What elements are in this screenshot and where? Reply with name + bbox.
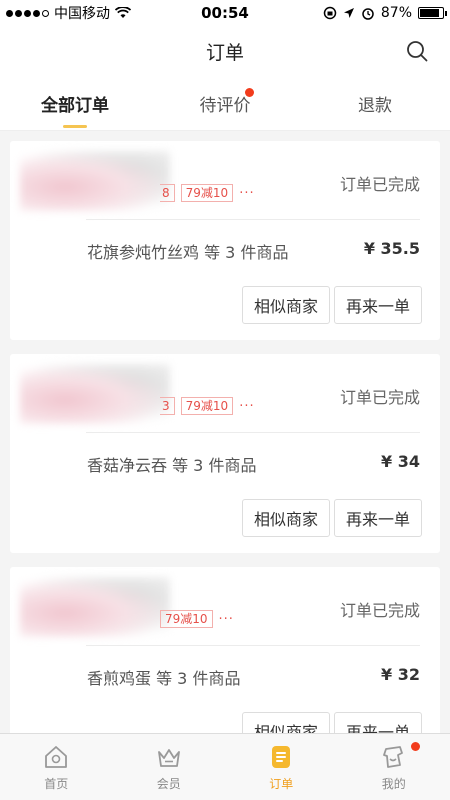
promo-tag: 3 xyxy=(160,397,175,415)
tab-label: 退款 xyxy=(358,95,392,116)
promo-more: ··· xyxy=(218,611,234,627)
reorder-button[interactable]: 再来一单 xyxy=(334,499,422,537)
divider xyxy=(86,432,420,433)
tab-label: 全部订单 xyxy=(41,95,109,116)
bottom-tab-label: 首页 xyxy=(44,776,69,791)
battery-icon xyxy=(418,7,447,19)
notification-badge xyxy=(411,742,420,751)
promo-tag: 8 xyxy=(160,184,175,202)
promo-more: ··· xyxy=(239,398,255,414)
order-price: ¥ 35.5 xyxy=(363,239,420,258)
order-price: ¥ 34 xyxy=(381,452,420,471)
shop-image-blurred xyxy=(20,364,170,424)
location-icon xyxy=(343,8,354,18)
tab-pending-review[interactable]: 待评价 xyxy=(150,76,300,130)
bottom-tab-member[interactable]: 会员 xyxy=(113,734,226,800)
status-bar: 中国移动 00:54 87% xyxy=(0,0,450,26)
promo-tags: 79减10 ··· xyxy=(160,610,234,628)
order-items: 花旗参炖竹丝鸡 等 3 件商品 xyxy=(87,243,289,262)
order-icon xyxy=(272,745,291,768)
alarm-icon xyxy=(362,8,374,20)
wifi-icon xyxy=(115,7,131,18)
order-tabs: 全部订单 待评价 退款 xyxy=(0,76,450,131)
divider xyxy=(86,219,420,220)
promo-tag: 79减10 xyxy=(160,610,213,628)
bottom-tab-label: 我的 xyxy=(381,776,406,791)
bottom-tab-bar: 首页 会员 订单 我的 xyxy=(0,733,450,800)
promo-tag: 79减10 xyxy=(180,184,234,202)
order-status: 订单已完成 xyxy=(339,601,420,620)
page-title: 订单 xyxy=(205,41,244,64)
shop-image-blurred xyxy=(20,577,170,637)
similar-shops-button[interactable]: 相似商家 xyxy=(242,286,330,324)
order-card[interactable]: 3 79减10 ··· 订单已完成 香菇净云吞 等 3 件商品 ¥ 34 相似商… xyxy=(10,354,440,553)
promo-tag: 79减10 xyxy=(180,397,234,415)
order-price: ¥ 32 xyxy=(381,665,420,684)
carrier-label: 中国移动 xyxy=(54,6,110,22)
order-list: 8 79减10 ··· 订单已完成 花旗参炖竹丝鸡 等 3 件商品 ¥ 35.5… xyxy=(0,141,450,780)
status-time: 00:54 xyxy=(201,4,249,22)
battery-percent: 87% xyxy=(380,5,412,21)
bottom-tab-orders[interactable]: 订单 xyxy=(225,734,338,800)
bottom-tab-label: 会员 xyxy=(156,776,181,791)
tab-all-orders[interactable]: 全部订单 xyxy=(0,76,150,130)
reorder-button[interactable]: 再来一单 xyxy=(334,286,422,324)
tab-refund[interactable]: 退款 xyxy=(300,76,450,130)
order-card[interactable]: 8 79减10 ··· 订单已完成 花旗参炖竹丝鸡 等 3 件商品 ¥ 35.5… xyxy=(10,141,440,340)
tab-indicator xyxy=(63,125,87,128)
shop-image-blurred xyxy=(20,151,170,211)
bottom-tab-profile[interactable]: 我的 xyxy=(338,734,450,800)
home-icon xyxy=(45,745,68,768)
nav-bar: 订单 xyxy=(0,26,450,76)
promo-tags: 3 79减10 ··· xyxy=(160,397,255,415)
divider xyxy=(86,645,420,646)
bottom-tab-label: 订单 xyxy=(269,776,294,791)
rotation-lock-icon xyxy=(323,6,337,20)
promo-tags: 8 79减10 ··· xyxy=(160,184,255,202)
order-status: 订单已完成 xyxy=(339,175,420,194)
notification-badge xyxy=(245,88,254,97)
order-items: 香菇净云吞 等 3 件商品 xyxy=(87,456,257,475)
profile-icon xyxy=(382,745,403,768)
search-icon[interactable] xyxy=(406,40,428,62)
tab-label: 待评价 xyxy=(199,95,251,116)
order-items: 香煎鸡蛋 等 3 件商品 xyxy=(87,669,241,688)
promo-more: ··· xyxy=(239,185,255,201)
signal-icon xyxy=(6,9,49,17)
order-status: 订单已完成 xyxy=(339,388,420,407)
similar-shops-button[interactable]: 相似商家 xyxy=(242,499,330,537)
bottom-tab-home[interactable]: 首页 xyxy=(0,734,113,800)
crown-icon xyxy=(157,748,180,767)
